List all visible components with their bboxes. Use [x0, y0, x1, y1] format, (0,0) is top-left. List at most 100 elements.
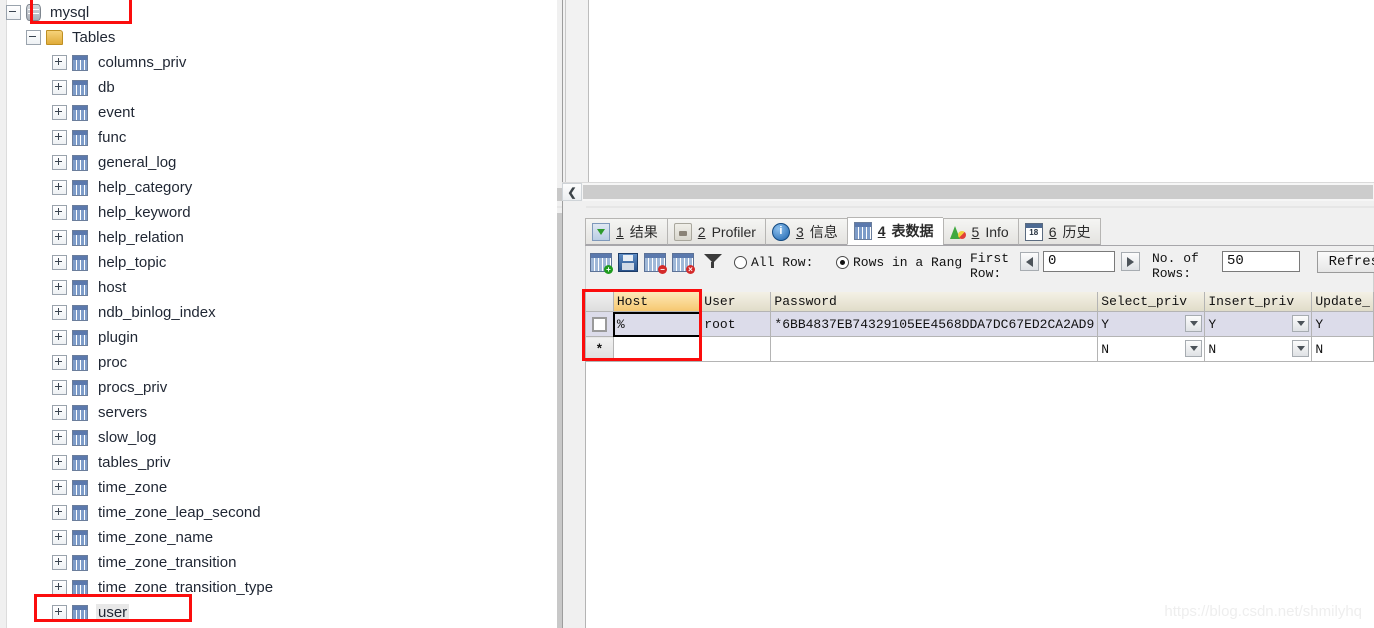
expand-icon[interactable]: [52, 405, 67, 420]
first-row-decrement-button[interactable]: [1020, 252, 1039, 271]
tree-item-host[interactable]: host: [0, 275, 557, 300]
tree-item-time-zone-name[interactable]: time_zone_name: [0, 525, 557, 550]
expand-icon[interactable]: [52, 430, 67, 445]
expand-icon[interactable]: [52, 455, 67, 470]
insert-priv-dropdown-icon[interactable]: [1292, 340, 1310, 357]
tree-item-ndb-binlog-index[interactable]: ndb_binlog_index: [0, 300, 557, 325]
tree-item-servers[interactable]: servers: [0, 400, 557, 425]
tab-table-data[interactable]: 4 表数据: [846, 217, 943, 245]
cell-update-priv[interactable]: N: [1311, 336, 1374, 362]
column-header-host[interactable]: Host: [613, 292, 702, 312]
save-record-icon[interactable]: [618, 253, 638, 272]
new-row-marker[interactable]: *: [586, 336, 614, 362]
expand-icon[interactable]: [52, 180, 67, 195]
expand-icon[interactable]: [52, 355, 67, 370]
expand-icon[interactable]: [52, 280, 67, 295]
select-priv-dropdown-icon[interactable]: [1185, 315, 1203, 332]
radio-rows-in-range-indicator[interactable]: [836, 256, 849, 269]
expand-icon[interactable]: [52, 330, 67, 345]
expand-icon[interactable]: [52, 105, 67, 120]
tree-item-slow-log[interactable]: slow_log: [0, 425, 557, 450]
tree-item-time-zone-transition-type[interactable]: time_zone_transition_type: [0, 575, 557, 600]
column-header-password[interactable]: Password: [770, 292, 1099, 312]
expand-icon[interactable]: [52, 255, 67, 270]
tree-item-func[interactable]: func: [0, 125, 557, 150]
select-priv-dropdown-icon[interactable]: [1185, 340, 1203, 357]
tree-item-help-relation[interactable]: help_relation: [0, 225, 557, 250]
tree-item-procs-priv[interactable]: procs_priv: [0, 375, 557, 400]
row-edit-marker[interactable]: [586, 311, 614, 337]
tree-item-general-log[interactable]: general_log: [0, 150, 557, 175]
cell-user[interactable]: root: [700, 311, 772, 337]
add-record-icon[interactable]: +: [590, 253, 613, 274]
first-row-input[interactable]: 0: [1043, 251, 1115, 272]
expand-icon[interactable]: [52, 380, 67, 395]
column-header-update-priv[interactable]: Update_: [1311, 292, 1374, 312]
tree-item-tables-priv[interactable]: tables_priv: [0, 450, 557, 475]
cell-host[interactable]: %: [613, 311, 702, 337]
expand-icon[interactable]: [52, 530, 67, 545]
first-row-increment-button[interactable]: [1121, 252, 1140, 271]
scrollbar-track[interactable]: [583, 183, 1374, 201]
table-row[interactable]: * N N N: [586, 336, 1374, 362]
cell-password[interactable]: [770, 336, 1099, 362]
collapse-icon[interactable]: [26, 30, 41, 45]
expand-icon[interactable]: [52, 55, 67, 70]
cell-host[interactable]: [613, 336, 702, 362]
cell-user[interactable]: [700, 336, 772, 362]
expand-icon[interactable]: [52, 155, 67, 170]
tab-result[interactable]: 1 结果: [585, 218, 667, 245]
expand-icon[interactable]: [52, 205, 67, 220]
radio-rows-in-range[interactable]: Rows in a Rang: [836, 255, 962, 270]
column-header-select-priv[interactable]: Select_priv: [1097, 292, 1206, 312]
expand-icon[interactable]: [52, 505, 67, 520]
scroll-left-arrow-icon[interactable]: ❮: [562, 183, 582, 201]
cell-select-priv[interactable]: Y: [1097, 311, 1206, 337]
tab-profiler[interactable]: 2 Profiler: [666, 218, 765, 245]
cell-insert-priv[interactable]: N: [1204, 336, 1313, 362]
tab-info[interactable]: 5 Info: [942, 218, 1018, 245]
tree-item-time-zone-leap-second[interactable]: time_zone_leap_second: [0, 500, 557, 525]
sql-editor-area[interactable]: [557, 0, 1374, 188]
insert-priv-dropdown-icon[interactable]: [1292, 315, 1310, 332]
tree-item-tables[interactable]: Tables: [0, 25, 557, 50]
delete-record-icon[interactable]: −: [644, 253, 667, 274]
scrollbar-thumb[interactable]: [583, 185, 1373, 199]
expand-icon[interactable]: [52, 80, 67, 95]
expand-icon[interactable]: [52, 130, 67, 145]
expand-icon[interactable]: [52, 230, 67, 245]
cell-insert-priv[interactable]: Y: [1204, 311, 1313, 337]
tree-item-columns-priv[interactable]: columns_priv: [0, 50, 557, 75]
expand-icon[interactable]: [52, 580, 67, 595]
cell-update-priv[interactable]: Y: [1311, 311, 1374, 337]
tree-item-help-keyword[interactable]: help_keyword: [0, 200, 557, 225]
cancel-record-icon[interactable]: ×: [672, 253, 695, 274]
cell-password[interactable]: *6BB4837EB74329105EE4568DDA7DC67ED2CA2AD…: [770, 311, 1099, 337]
tree-item-plugin[interactable]: plugin: [0, 325, 557, 350]
panel-divider[interactable]: [557, 201, 1374, 213]
filter-funnel-icon[interactable]: [704, 254, 722, 270]
tree-item-mysql[interactable]: mysql: [0, 0, 557, 25]
no-of-rows-input[interactable]: 50: [1222, 251, 1300, 272]
radio-all-rows-indicator[interactable]: [734, 256, 747, 269]
expand-icon[interactable]: [52, 305, 67, 320]
radio-all-rows[interactable]: All Row:: [734, 255, 813, 270]
tree-item-proc[interactable]: proc: [0, 350, 557, 375]
tree-item-help-category[interactable]: help_category: [0, 175, 557, 200]
table-row[interactable]: % root *6BB4837EB74329105EE4568DDA7DC67E…: [586, 311, 1374, 337]
tab-info-message[interactable]: i 3 信息: [764, 218, 847, 245]
tree-item-help-topic[interactable]: help_topic: [0, 250, 557, 275]
refresh-button[interactable]: Refresh: [1317, 251, 1374, 273]
tree-item-event[interactable]: event: [0, 100, 557, 125]
table-data-grid[interactable]: Host User Password Select_priv Insert_pr…: [585, 292, 1374, 362]
collapse-icon[interactable]: [6, 5, 21, 20]
expand-icon[interactable]: [52, 555, 67, 570]
tree-item-time-zone[interactable]: time_zone: [0, 475, 557, 500]
column-header-insert-priv[interactable]: Insert_priv: [1204, 292, 1313, 312]
tree-item-user[interactable]: user: [0, 600, 557, 625]
expand-icon[interactable]: [52, 605, 67, 620]
tree-item-time-zone-transition[interactable]: time_zone_transition: [0, 550, 557, 575]
editor-horizontal-scrollbar[interactable]: ❮: [562, 182, 1374, 201]
expand-icon[interactable]: [52, 480, 67, 495]
tree-item-db[interactable]: db: [0, 75, 557, 100]
